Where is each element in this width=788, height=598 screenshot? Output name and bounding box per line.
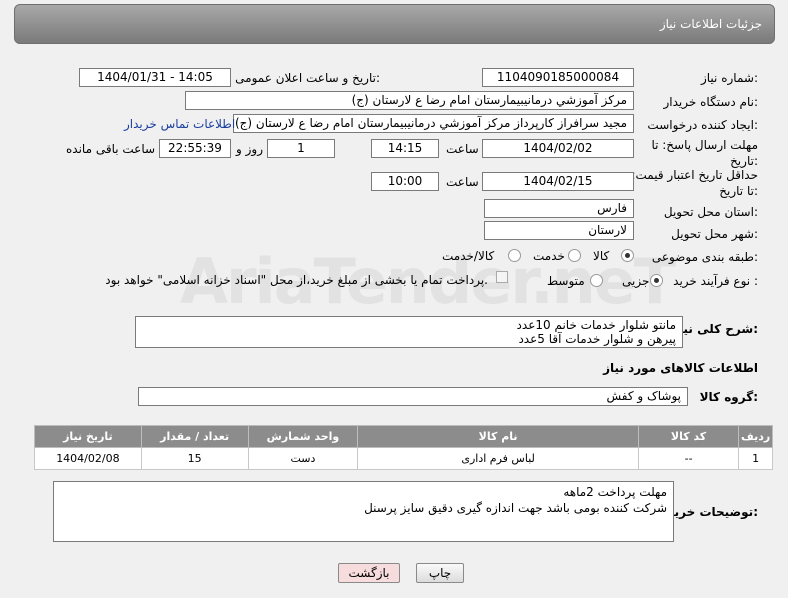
cell-row: 1 [738, 447, 773, 470]
city-field: لارستان [484, 221, 634, 240]
buyer-org-label: نام دستگاه خریدار: [663, 95, 759, 109]
table-row: 1 -- لباس فرم اداری دست 15 1404/02/08 [34, 447, 773, 470]
buyer-notes-line-2: شرکت کننده بومی باشد جهت اندازه گیری دقی… [364, 501, 667, 515]
category-goods-label: کالا [593, 249, 610, 263]
price-validity-label: حداقل تاریخ اعتبار قیمت: تا تاریخ: [631, 168, 758, 198]
buyer-notes-textarea: مهلت پرداخت 2ماهه شرکت کننده بومی باشد ج… [53, 481, 674, 542]
col-row: ردیف [738, 425, 773, 448]
goods-table: ردیف کد کالا نام کالا واحد شمارش تعداد /… [34, 425, 773, 470]
announce-datetime-field: 1404/01/31 - 14:05 [79, 68, 231, 87]
reply-date-field: 1404/02/02 [482, 139, 634, 158]
announce-datetime-label: تاریخ و ساعت اعلان عمومی: [235, 71, 380, 85]
page-title: جزئیات اطلاعات نیاز [659, 17, 762, 31]
col-name: نام کالا [357, 425, 639, 448]
col-qty: تعداد / مقدار [140, 425, 249, 448]
category-goods-service-radio[interactable] [508, 249, 521, 262]
validity-time-field: 10:00 [371, 172, 439, 191]
back-button[interactable]: بازگشت [338, 563, 400, 583]
day-and-label: روز و [236, 142, 263, 156]
treasury-payment-checkbox[interactable] [496, 271, 508, 283]
reply-time-field: 14:15 [371, 139, 439, 158]
cell-qty: 15 [140, 447, 249, 470]
city-label: شهر محل تحویل: [671, 227, 758, 241]
requester-label: ایجاد کننده درخواست: [647, 118, 758, 132]
need-number-label: شماره نیاز: [700, 71, 758, 85]
description-line-1: مانتو شلوار خدمات خانم 10عدد [516, 318, 676, 332]
col-code: کد کالا [637, 425, 740, 448]
cell-name: لباس فرم اداری [357, 447, 639, 470]
description-label: شرح کلی نیاز: [672, 322, 758, 336]
province-label: استان محل تحویل: [663, 205, 758, 219]
goods-group-label: گروه کالا: [699, 390, 758, 404]
need-number-field: 1104090185000084 [482, 68, 634, 87]
validity-date-field: 1404/02/15 [482, 172, 634, 191]
province-field: فارس [484, 199, 634, 218]
goods-table-header: ردیف کد کالا نام کالا واحد شمارش تعداد /… [34, 425, 773, 448]
remaining-time-field: 22:55:39 [159, 139, 231, 158]
description-textarea: مانتو شلوار خدمات خانم 10عدد پیرهن و شلو… [135, 316, 683, 348]
print-button[interactable]: چاپ [416, 563, 464, 583]
category-goods-service-label: کالا/خدمت [442, 249, 495, 263]
description-line-2: پیرهن و شلوار خدمات آقا 5عدد [518, 332, 676, 346]
buyer-notes-line-1: مهلت پرداخت 2ماهه [563, 485, 667, 499]
category-label: طبقه بندی موضوعی: [651, 250, 758, 264]
col-unit: واحد شمارش [247, 425, 359, 448]
cell-unit: دست [247, 447, 359, 470]
reply-days-field: 1 [267, 139, 335, 158]
goods-group-field: پوشاک و کفش [138, 387, 688, 406]
validity-time-label: ساعت [446, 175, 479, 189]
process-type-label: نوع فرآیند خرید : [673, 274, 758, 288]
goods-info-title: اطلاعات کالاهای مورد نیاز [603, 361, 758, 375]
category-service-radio[interactable] [568, 249, 581, 262]
process-partial-label: جزیی [622, 274, 650, 288]
col-date: تاریخ نیاز [34, 425, 142, 448]
cell-date: 1404/02/08 [34, 447, 142, 470]
process-medium-label: متوسط [547, 274, 585, 288]
payment-note: پرداخت تمام یا بخشی از مبلغ خرید،از محل … [105, 273, 488, 287]
buyer-org-field: مرکز آموزشي درمانيبيمارستان امام رضا ع ل… [185, 91, 634, 110]
reply-deadline-label: مهلت ارسال پاسخ: تا تاریخ: [651, 138, 758, 168]
process-medium-radio[interactable] [590, 274, 603, 287]
header-bar: جزئیات اطلاعات نیاز [14, 4, 775, 44]
remaining-label: ساعت باقی مانده [66, 142, 156, 156]
reply-time-label: ساعت [446, 142, 479, 156]
requester-field: مجید سرافراز کارپرداز مرکز آموزشي درماني… [233, 114, 634, 133]
buyer-contact-link[interactable]: اطلاعات تماس خریدار [124, 117, 235, 131]
category-service-label: خدمت [533, 249, 565, 263]
cell-code: -- [637, 447, 740, 470]
process-partial-radio[interactable] [650, 274, 663, 287]
category-goods-radio[interactable] [621, 249, 634, 262]
